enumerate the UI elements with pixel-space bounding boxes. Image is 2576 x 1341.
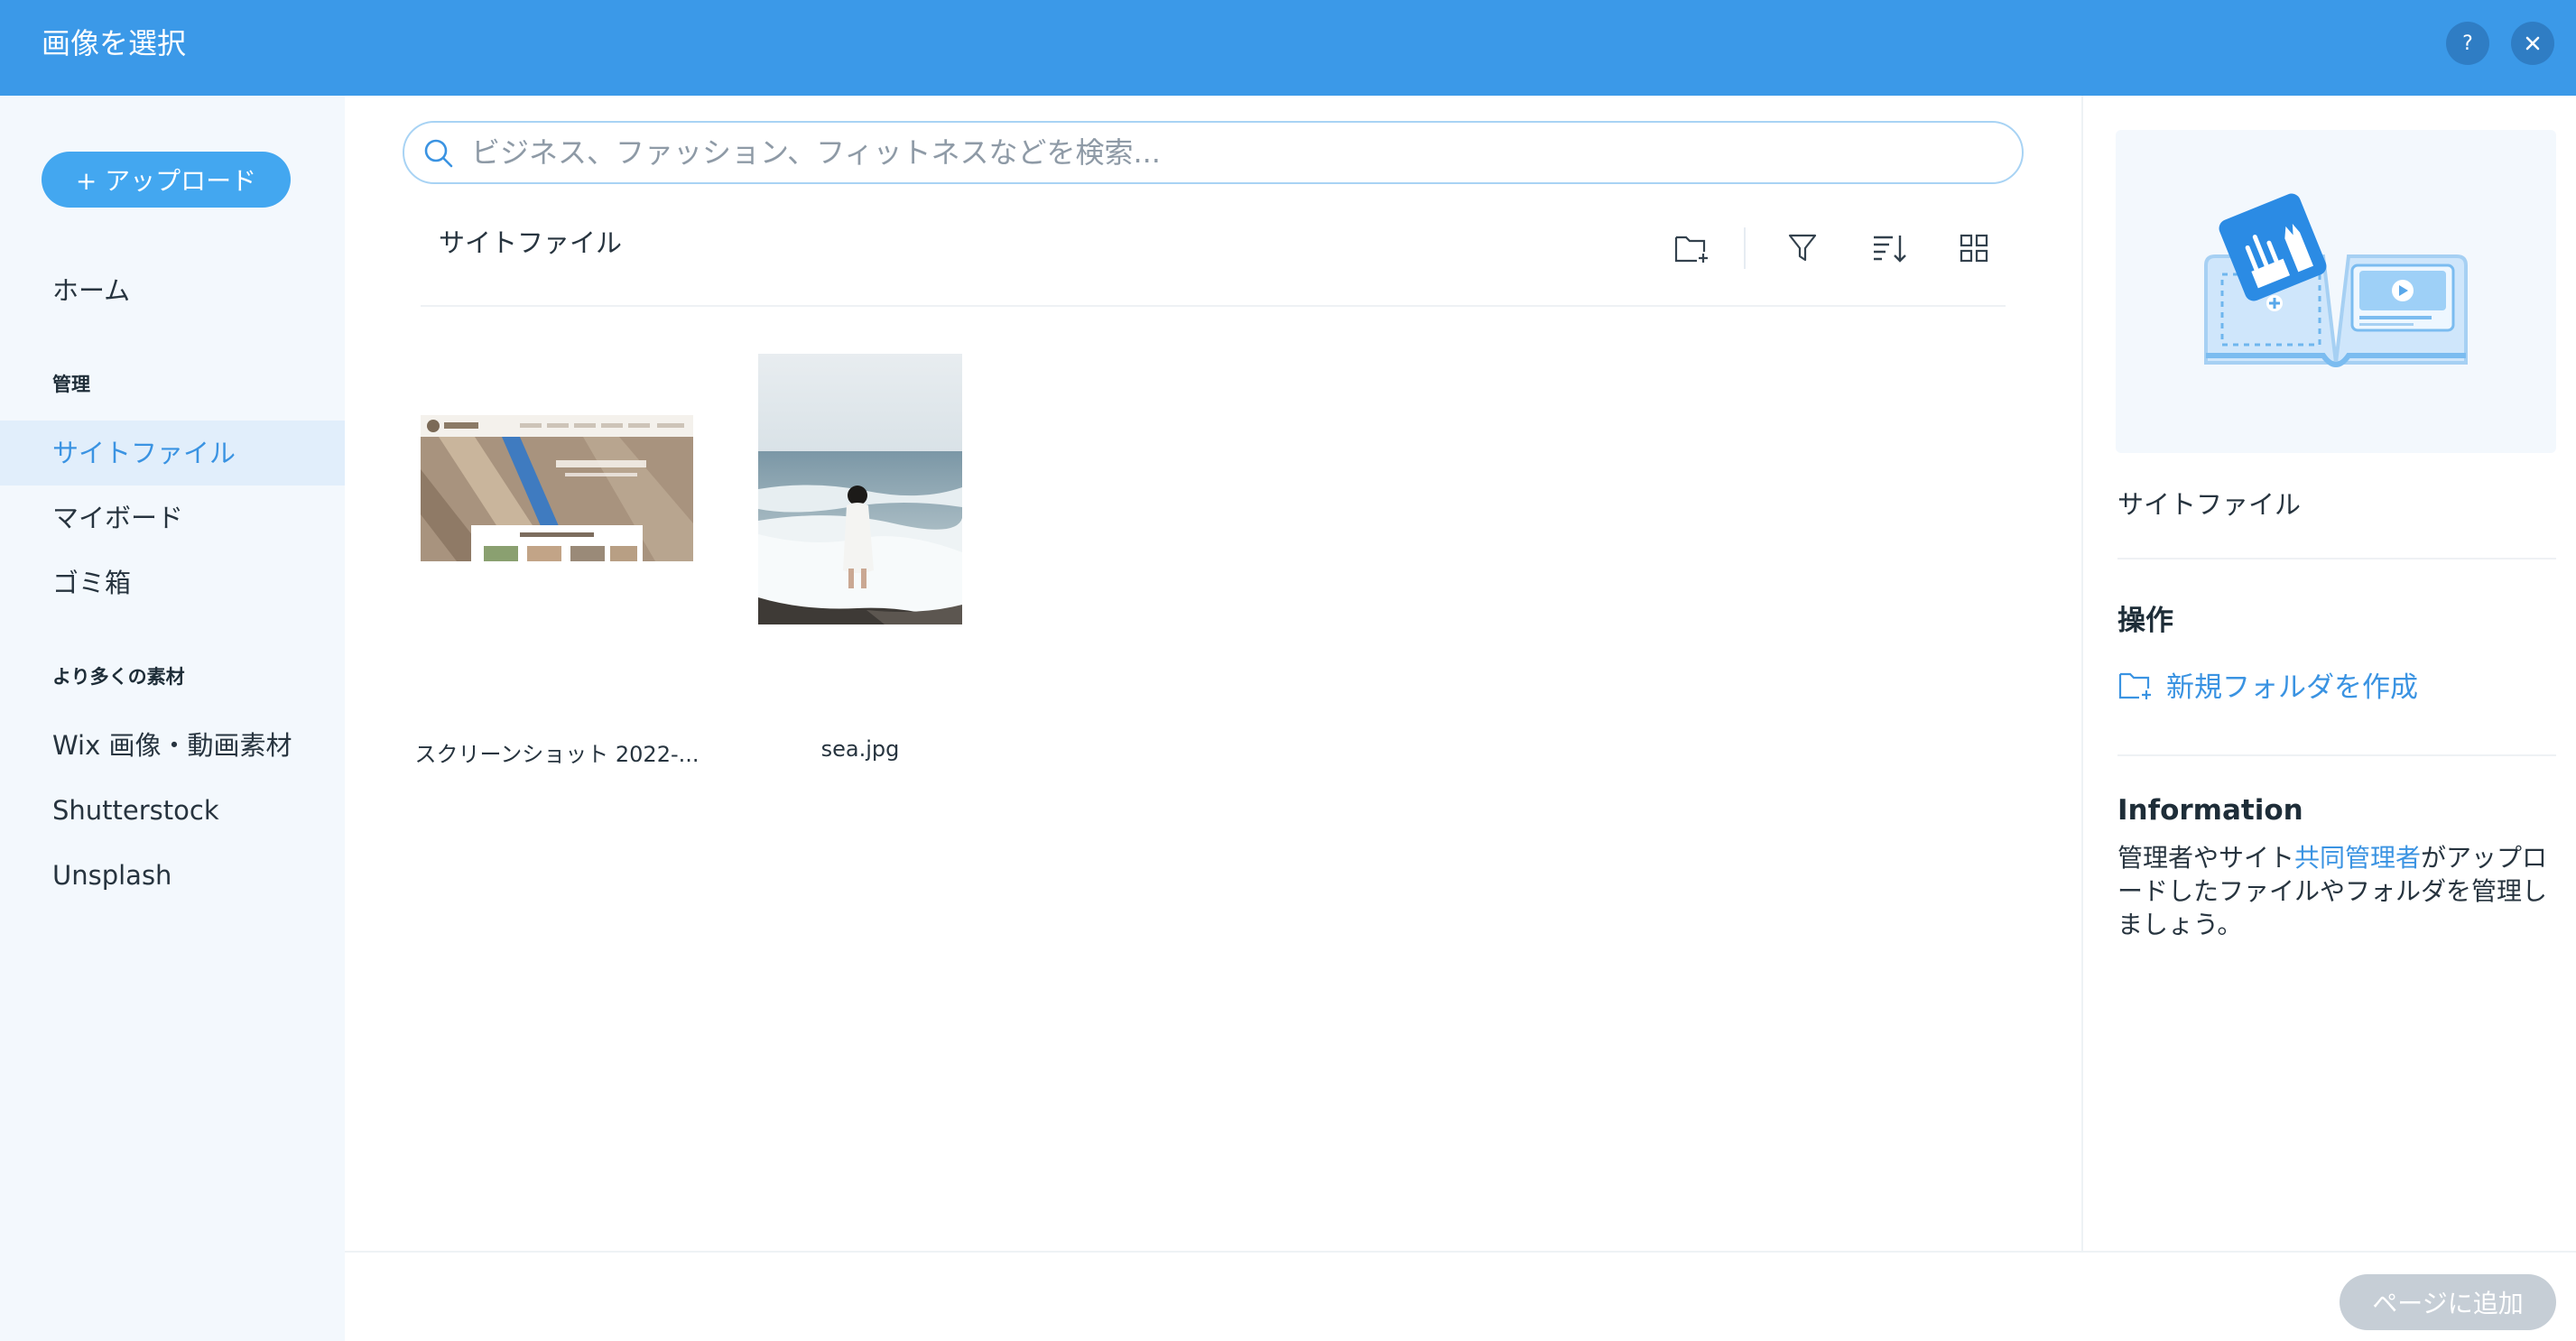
new-folder-icon — [2118, 672, 2151, 699]
grid-view-icon — [1960, 234, 1988, 263]
close-icon — [2525, 36, 2540, 51]
folder-illustration-icon — [2204, 193, 2468, 367]
upload-button[interactable]: + アップロード — [42, 152, 291, 208]
grid-view-button[interactable] — [1953, 227, 1995, 269]
create-new-folder-button[interactable]: 新規フォルダを作成 — [2117, 664, 2418, 705]
panel-divider — [2117, 558, 2556, 560]
search-icon — [424, 139, 453, 168]
file-name: sea.jpg — [820, 736, 900, 762]
sidebar-item-home[interactable]: ホーム — [0, 258, 345, 323]
breadcrumb: サイトファイル — [439, 227, 623, 258]
co-admin-link[interactable]: 共同管理者 — [2294, 843, 2421, 873]
add-to-page-button[interactable]: ページに追加 — [2340, 1274, 2556, 1330]
dialog-header: 画像を選択 ? — [0, 0, 2576, 96]
filter-icon — [1788, 234, 1817, 262]
help-icon: ? — [2462, 32, 2473, 55]
media-browser: サイトファイル — [345, 96, 2081, 1251]
info-text-start: 管理者やサイト — [2117, 843, 2295, 873]
dialog-footer: ページに追加 — [345, 1251, 2576, 1341]
info-panel: サイトファイル 操作 新規フォルダを作成 Information 管理者やサイト… — [2081, 96, 2576, 1251]
sidebar-item-unsplash[interactable]: Unsplash — [0, 843, 345, 908]
close-button[interactable] — [2511, 22, 2554, 65]
information-heading: Information — [2117, 794, 2303, 827]
sidebar-item-wix-media[interactable]: Wix 画像・動画素材 — [0, 713, 345, 778]
sidebar-item-shutterstock[interactable]: Shutterstock — [0, 778, 345, 843]
file-name: スクリーンショット 2022-... — [414, 742, 700, 767]
file-thumbnail — [421, 415, 693, 561]
actions-heading: 操作 — [2117, 605, 2173, 637]
sidebar-item-my-boards[interactable]: マイボード — [0, 486, 345, 550]
information-text: 管理者やサイト共同管理者がアップロードしたファイルやフォルダを管理しましょう。 — [2117, 841, 2556, 941]
sidebar: + アップロード ホーム 管理 サイトファイル マイボード ゴミ箱 より多くの素… — [0, 96, 345, 1341]
sort-button[interactable] — [1868, 227, 1910, 269]
search-bar[interactable] — [403, 121, 2024, 184]
file-card-screenshot[interactable]: スクリーンショット 2022-... — [414, 354, 700, 769]
toolbar-separator — [1744, 227, 1746, 269]
filter-button[interactable] — [1782, 227, 1823, 269]
new-folder-button[interactable] — [1672, 227, 1713, 269]
toolbar-divider — [421, 305, 2006, 307]
search-input[interactable] — [471, 123, 2006, 182]
new-folder-icon — [1674, 236, 1708, 263]
sidebar-item-site-files[interactable]: サイトファイル — [0, 421, 345, 486]
selected-folder-name: サイトファイル — [2117, 489, 2302, 520]
sort-icon — [1874, 236, 1906, 263]
sidebar-item-trash[interactable]: ゴミ箱 — [0, 550, 345, 615]
file-card-sea[interactable]: sea.jpg — [758, 354, 962, 769]
sea-thumbnail-image — [758, 354, 962, 624]
sidebar-section-more: より多くの素材 — [52, 666, 185, 688]
panel-divider — [2117, 754, 2556, 756]
create-new-folder-label: 新規フォルダを作成 — [2166, 671, 2418, 704]
dialog-title: 画像を選択 — [42, 26, 187, 60]
sidebar-section-manage: 管理 — [52, 374, 90, 395]
folder-illustration — [2116, 130, 2556, 453]
help-button[interactable]: ? — [2446, 22, 2489, 65]
file-thumbnail — [758, 354, 962, 624]
screenshot-thumbnail-image — [421, 415, 693, 561]
